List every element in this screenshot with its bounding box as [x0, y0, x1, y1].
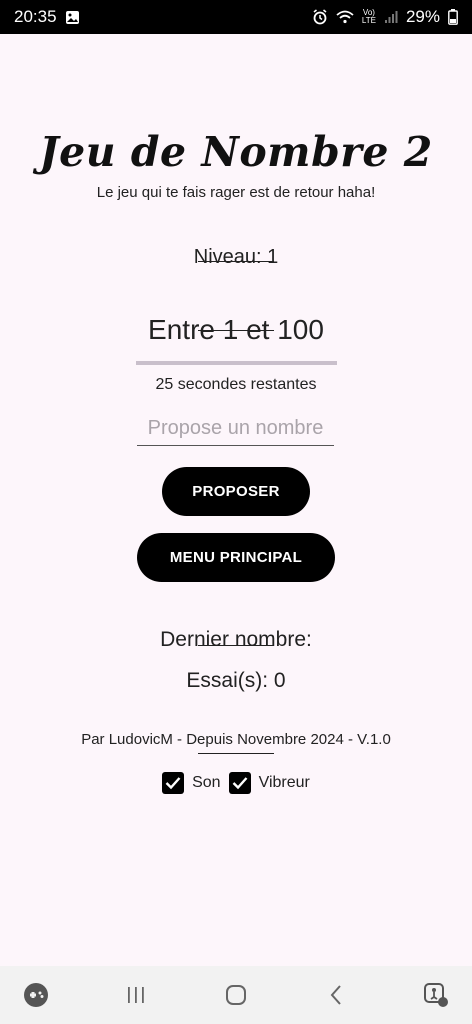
sound-checkbox[interactable] — [162, 772, 185, 794]
accessibility-icon[interactable] — [416, 975, 456, 1015]
divider — [198, 753, 274, 754]
credits-text: Par LudovicM - Depuis Novembre 2024 - V.… — [81, 731, 391, 748]
guess-input[interactable] — [137, 412, 334, 446]
status-bar: 20:35 Vo) LTE 29% — [0, 0, 472, 34]
check-icon — [165, 777, 181, 790]
image-icon — [65, 10, 80, 25]
network-label: LTE — [361, 16, 376, 25]
back-icon[interactable] — [316, 975, 356, 1015]
navigation-bar — [0, 966, 472, 1024]
battery-icon — [448, 9, 458, 25]
signal-icon — [384, 10, 398, 24]
propose-button[interactable]: PROPOSER — [162, 467, 310, 516]
app-title: Jeu de Nombre 2 — [39, 128, 433, 176]
options-row: Son Vibreur — [0, 772, 472, 794]
vibrate-option[interactable]: Vibreur — [228, 772, 310, 794]
vibrate-checkbox[interactable] — [228, 772, 251, 794]
check-icon — [232, 777, 247, 790]
game-launcher-icon[interactable] — [16, 975, 56, 1015]
wifi-icon — [336, 10, 354, 24]
range-label: Entre 1 et 100 — [148, 314, 324, 345]
main-menu-button[interactable]: MENU PRINCIPAL — [137, 533, 335, 582]
sound-option[interactable]: Son — [162, 772, 221, 794]
battery-percent: 29% — [405, 7, 440, 26]
sound-label: Son — [192, 774, 221, 791]
timer-label: 25 secondes restantes — [155, 376, 317, 393]
range-underline — [136, 361, 337, 365]
app-subtitle: Le jeu qui te fais rager est de retour h… — [96, 184, 376, 201]
home-icon[interactable] — [216, 975, 256, 1015]
vibrate-label: Vibreur — [258, 774, 310, 791]
recents-icon[interactable] — [116, 975, 156, 1015]
level-label: Niveau: 1 — [193, 246, 279, 268]
status-time: 20:35 — [14, 7, 57, 26]
alarm-icon — [312, 9, 328, 25]
lte-icon: Vo) LTE — [362, 9, 376, 25]
attempts-label: Essai(s): 0 — [186, 669, 286, 692]
last-number-label: Dernier nombre: — [160, 628, 312, 651]
